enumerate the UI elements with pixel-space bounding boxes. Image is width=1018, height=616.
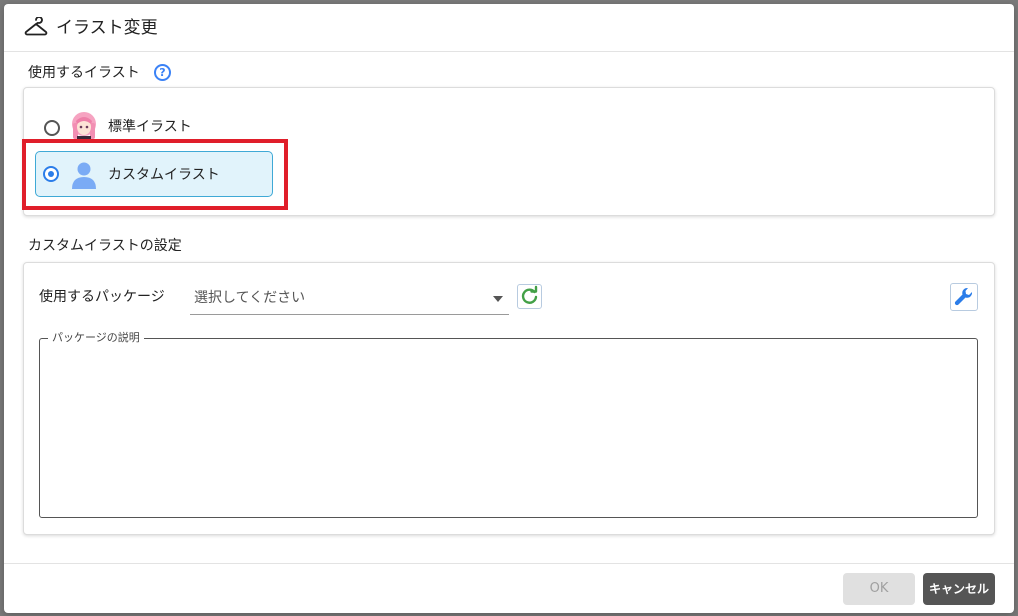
package-select-placeholder: 選択してください [194, 290, 306, 306]
chevron-down-icon [493, 296, 503, 302]
package-description-box: パッケージの説明 [39, 331, 978, 518]
hanger-icon [24, 17, 48, 36]
anime-character-icon [72, 112, 96, 142]
dialog-title: イラスト変更 [56, 18, 158, 38]
standard-illust-label: 標準イラスト [108, 119, 192, 135]
help-icon[interactable]: ? [154, 64, 171, 81]
ok-button[interactable]: OK [843, 573, 915, 605]
dialog-header: イラスト変更 [4, 4, 1014, 52]
highlight-annotation-box [22, 139, 288, 210]
package-description-legend: パッケージの説明 [48, 331, 144, 345]
refresh-button[interactable] [517, 284, 542, 309]
package-label: 使用するパッケージ [39, 289, 165, 305]
package-select[interactable]: 選択してください [190, 284, 509, 315]
illust-section-label: 使用するイラスト [28, 65, 140, 81]
standard-illust-radio[interactable] [44, 120, 60, 136]
refresh-icon [521, 285, 538, 304]
package-settings-button[interactable] [950, 283, 978, 311]
wrench-icon [954, 287, 973, 306]
custom-settings-label: カスタムイラストの設定 [28, 238, 182, 254]
cancel-button[interactable]: キャンセル [923, 573, 995, 605]
illust-change-dialog: イラスト変更 使用するイラスト ? 標準イラスト カスタムイラスト カスタムイラ… [4, 4, 1014, 613]
